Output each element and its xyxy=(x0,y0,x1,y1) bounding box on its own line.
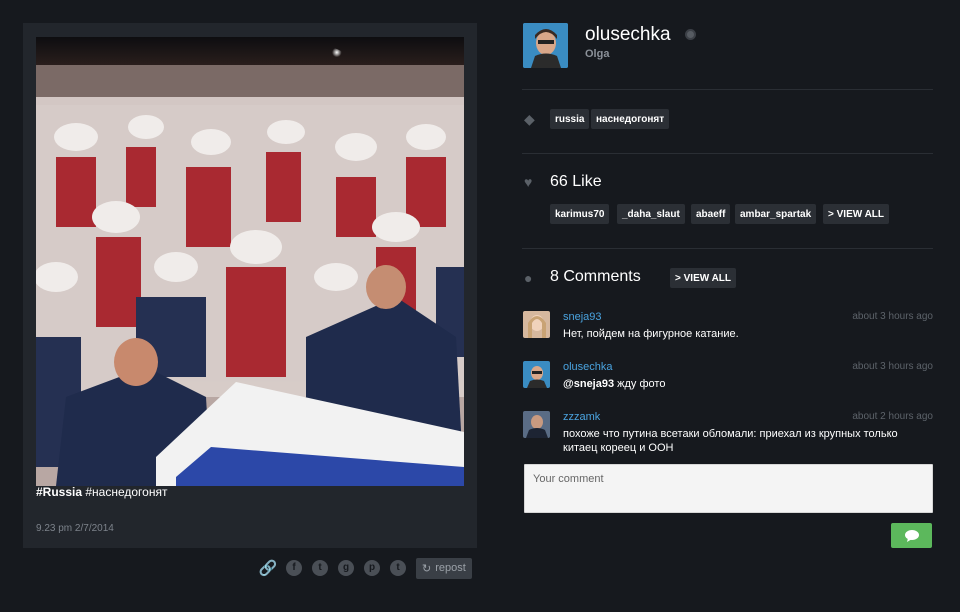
likes-count: 66 Like xyxy=(550,173,602,190)
comment-username[interactable]: sneja93 xyxy=(563,311,602,323)
comment-username[interactable]: zzzamk xyxy=(563,411,600,423)
avatar-image xyxy=(523,411,550,438)
liker-chip[interactable]: _daha_slaut xyxy=(617,204,685,224)
caption-hashtag-nasnedogonyat[interactable]: #наснедогонят xyxy=(82,485,167,499)
avatar[interactable] xyxy=(523,411,550,438)
comment-time: about 3 hours ago xyxy=(852,361,933,372)
tumblr-icon[interactable]: t xyxy=(390,560,406,576)
comment-mention[interactable]: @sneja93 xyxy=(563,378,614,390)
twitter-icon[interactable]: t xyxy=(312,560,328,576)
comment-text: @sneja93 жду фото xyxy=(563,377,933,391)
comment-text: похоже что путина всетаки обломали: прие… xyxy=(563,428,898,454)
comments-count: 8 Comments xyxy=(550,268,641,285)
tag-chip-russia[interactable]: russia xyxy=(550,109,590,129)
liker-chip[interactable]: abaeff xyxy=(691,204,731,224)
comment-time: about 2 hours ago xyxy=(852,411,933,422)
avatar-image xyxy=(523,311,550,338)
post-caption: #Russia #наснедогонят xyxy=(36,485,167,499)
pinterest-icon[interactable]: p xyxy=(364,560,380,576)
post-card: #Russia #наснедогонят 9.23 pm 2/7/2014 xyxy=(23,23,477,548)
caption-hashtag-russia[interactable]: #Russia xyxy=(36,485,82,499)
avatar-image xyxy=(523,361,550,388)
send-comment-button[interactable] xyxy=(891,523,932,548)
follow-status-icon[interactable] xyxy=(685,29,696,40)
liker-chip[interactable]: ambar_spartak xyxy=(735,204,817,224)
share-bar: 🔗 f t g p t ↻ repost xyxy=(259,557,472,579)
facebook-icon[interactable]: f xyxy=(286,560,302,576)
repost-label: repost xyxy=(435,562,466,574)
likes-view-all-button[interactable]: > VIEW ALL xyxy=(823,204,890,224)
post-photo[interactable] xyxy=(36,37,464,486)
link-icon[interactable]: 🔗 xyxy=(259,560,278,576)
avatar[interactable] xyxy=(523,23,568,68)
post-photo-image xyxy=(36,37,464,486)
tag-icon: ◆ xyxy=(524,111,535,127)
comment-text-body: жду фото xyxy=(614,378,666,390)
avatar[interactable] xyxy=(523,311,550,338)
googleplus-icon[interactable]: g xyxy=(338,560,354,576)
repost-button[interactable]: ↻ repost xyxy=(416,557,472,579)
comment-username[interactable]: olusechka xyxy=(563,361,613,373)
divider xyxy=(522,89,933,90)
repost-icon: ↻ xyxy=(422,562,432,575)
heart-icon[interactable]: ♥ xyxy=(524,174,532,190)
divider xyxy=(522,153,933,154)
comment-text: Нет, пойдем на фигурное катание. xyxy=(563,328,739,340)
tag-chip-nasnedogonyat[interactable]: наснедогонят xyxy=(591,109,670,129)
divider xyxy=(522,248,933,249)
profile-username[interactable]: olusechka xyxy=(585,24,671,46)
comments-view-all-button[interactable]: > VIEW ALL xyxy=(670,268,737,288)
speech-bubble-icon xyxy=(904,529,919,542)
comment-icon: ● xyxy=(524,270,533,286)
avatar-image xyxy=(523,23,568,68)
post-timestamp: 9.23 pm 2/7/2014 xyxy=(36,523,114,534)
profile-fullname: Olga xyxy=(585,48,610,60)
comment-input[interactable] xyxy=(524,464,933,513)
avatar[interactable] xyxy=(523,361,550,388)
liker-chip[interactable]: karimus70 xyxy=(550,204,610,224)
comment-time: about 3 hours ago xyxy=(852,311,933,322)
